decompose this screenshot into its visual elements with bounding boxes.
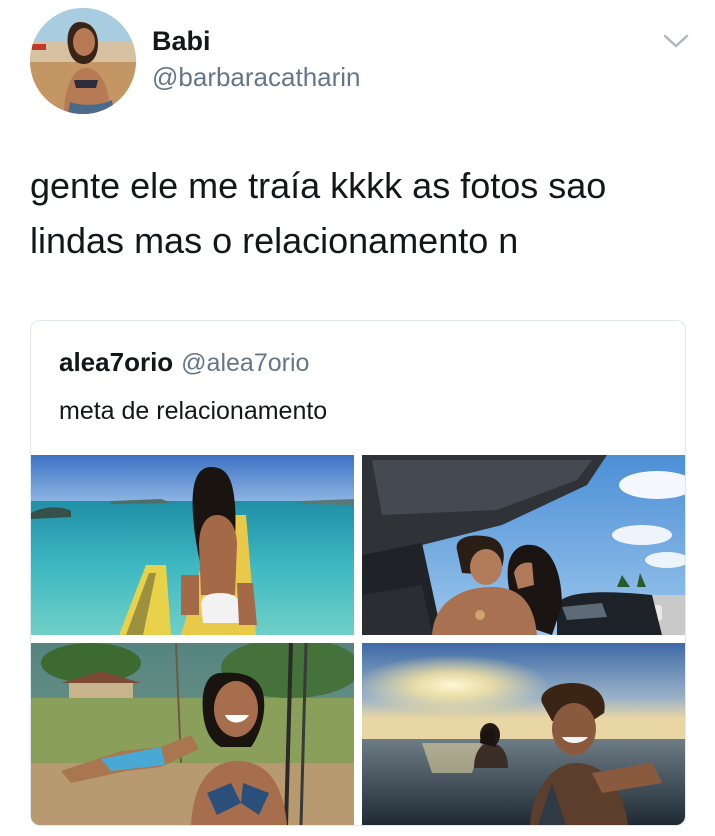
quoted-tweet-text: meta de relacionamento (59, 397, 328, 425)
photo-sunset-ocean-selfie[interactable] (362, 643, 685, 825)
author-handle[interactable]: @barbaracatharin (152, 62, 361, 93)
author-avatar[interactable] (30, 8, 136, 114)
quoted-tweet-header: alea7orio @alea7orio (59, 347, 309, 378)
photo-paddleboard-sea[interactable] (31, 455, 354, 635)
tweet-text: gente ele me traía kkkk as fotos sao lin… (30, 158, 690, 268)
tweet: Babi @barbaracatharin gente ele me traía… (0, 0, 715, 836)
tweet-text-line: lindas mas o relacionamento n (30, 220, 519, 261)
tweet-text-line: gente ele me traía kkkk as fotos sao (30, 165, 607, 206)
chevron-down-icon[interactable] (662, 30, 690, 52)
photo-couple-car-kiss[interactable] (362, 455, 685, 635)
author-name[interactable]: Babi (152, 26, 211, 57)
quoted-tweet-card[interactable]: alea7orio @alea7orio meta de relacionamen… (30, 320, 686, 826)
quoted-author-name[interactable]: alea7orio (59, 347, 173, 377)
photo-swing-smile[interactable] (31, 643, 354, 825)
quoted-author-handle[interactable]: @alea7orio (181, 349, 309, 377)
